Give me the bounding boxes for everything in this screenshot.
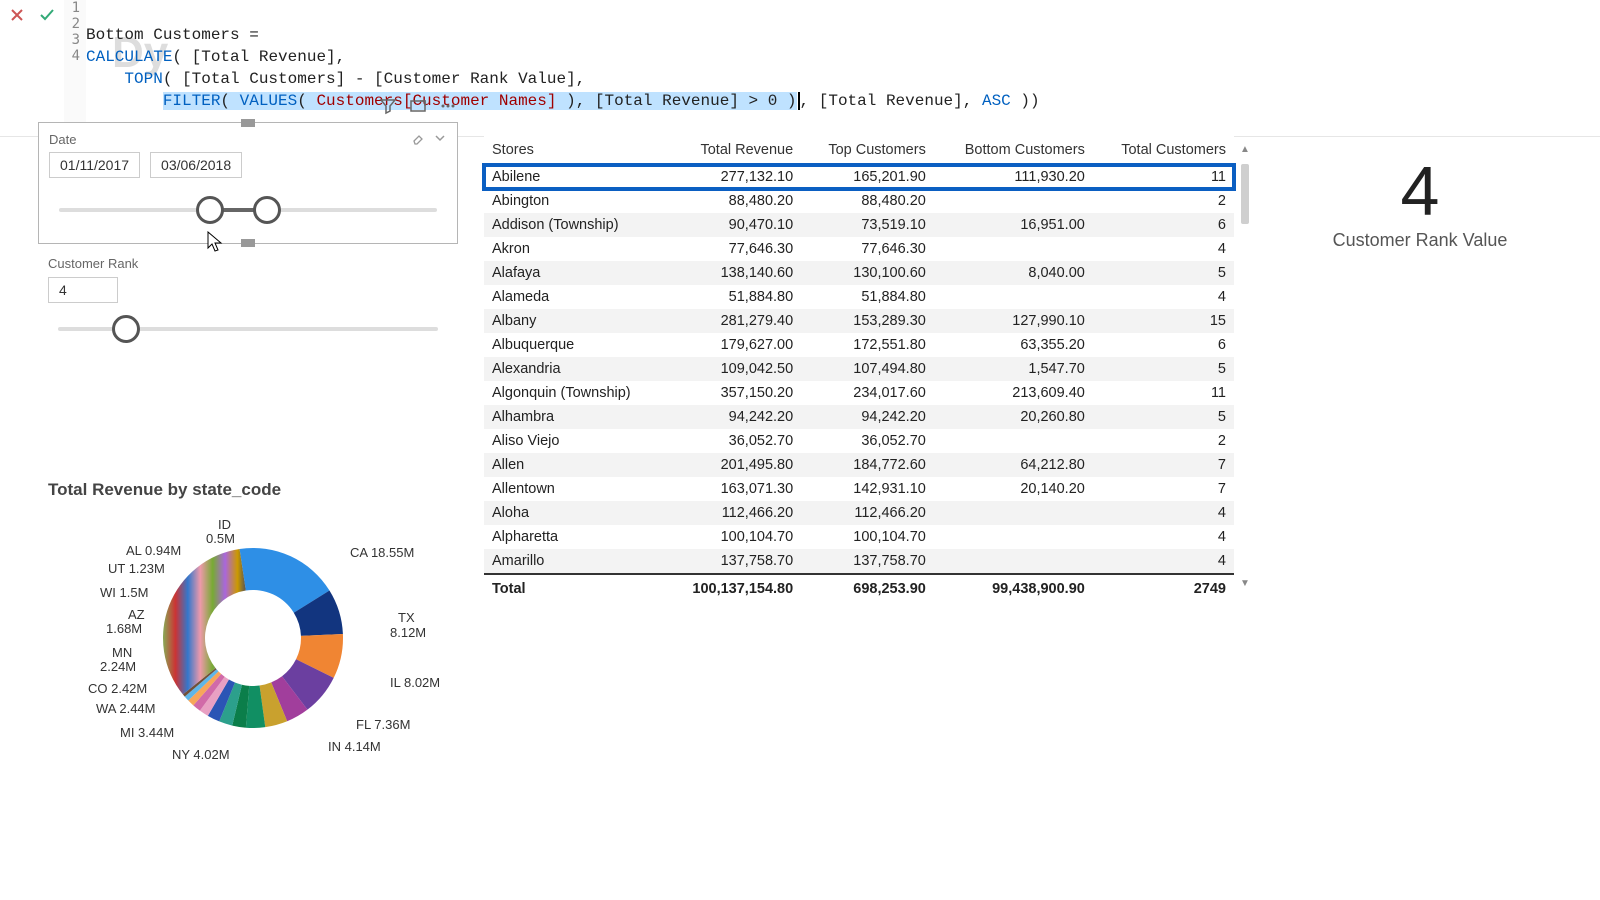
rank-slider[interactable] xyxy=(58,315,438,345)
donut-data-label: MI 3.44M xyxy=(120,726,174,741)
stores-table[interactable]: StoresTotal RevenueTop CustomersBottom C… xyxy=(484,136,1234,603)
column-header[interactable]: Total Revenue xyxy=(665,136,801,165)
formula-cancel-button[interactable] xyxy=(6,4,28,26)
customer-rank-slicer[interactable]: Customer Rank 4 xyxy=(38,254,458,364)
column-header[interactable]: Total Customers xyxy=(1093,136,1234,165)
formula-commit-button[interactable] xyxy=(36,4,58,26)
donut-slice[interactable] xyxy=(163,549,246,694)
donut-chart-title: Total Revenue by state_code xyxy=(38,476,468,508)
table-row[interactable]: Allentown163,071.30142,931.1020,140.207 xyxy=(484,477,1234,501)
column-header[interactable]: Stores xyxy=(484,136,665,165)
table-row[interactable]: Akron77,646.3077,646.304 xyxy=(484,237,1234,261)
donut-data-label: NY 4.02M xyxy=(172,748,230,763)
donut-data-label: UT 1.23M xyxy=(108,562,165,577)
donut-data-label: 1.68M xyxy=(106,622,142,637)
date-range-slider[interactable] xyxy=(59,196,437,226)
table-row[interactable]: Abilene277,132.10165,201.90111,930.2011 xyxy=(484,165,1234,190)
table-row[interactable]: Albuquerque179,627.00172,551.8063,355.20… xyxy=(484,333,1234,357)
donut-data-label: CA 18.55M xyxy=(350,546,414,561)
table-row[interactable]: Abington88,480.2088,480.202 xyxy=(484,189,1234,213)
donut-data-label: AL 0.94M xyxy=(126,544,181,559)
table-row[interactable]: Aliso Viejo36,052.7036,052.702 xyxy=(484,429,1234,453)
eraser-icon[interactable] xyxy=(411,131,425,148)
donut-data-label: WI 1.5M xyxy=(100,586,148,601)
table-row[interactable]: Algonquin (Township)357,150.20234,017.60… xyxy=(484,381,1234,405)
donut-data-label: IL 8.02M xyxy=(390,676,440,691)
report-canvas[interactable]: Date 01/11/2017 03/06/2018 Customer Rank… xyxy=(0,96,1600,900)
table-row[interactable]: Albany281,279.40153,289.30127,990.1015 xyxy=(484,309,1234,333)
card-value: 4 xyxy=(1260,156,1580,226)
rank-value-input[interactable]: 4 xyxy=(48,277,118,303)
table-row[interactable]: Alafaya138,140.60130,100.608,040.005 xyxy=(484,261,1234,285)
donut-data-label: 0.5M xyxy=(206,532,235,547)
customer-rank-card[interactable]: 4 Customer Rank Value xyxy=(1260,156,1580,296)
table-row[interactable]: Amarillo137,758.70137,758.704 xyxy=(484,549,1234,574)
table-row[interactable]: Alpharetta100,104.70100,104.704 xyxy=(484,525,1234,549)
table-row[interactable]: Addison (Township)90,470.1073,519.1016,9… xyxy=(484,213,1234,237)
date-slicer[interactable]: Date 01/11/2017 03/06/2018 xyxy=(38,122,458,244)
donut-data-label: TX xyxy=(398,611,415,626)
slider-thumb-start[interactable] xyxy=(196,196,224,224)
donut-data-label: 2.24M xyxy=(100,660,136,675)
donut-data-label: WA 2.44M xyxy=(96,702,155,717)
vertical-scrollbar[interactable]: ▲ ▼ xyxy=(1238,142,1252,590)
column-header[interactable]: Bottom Customers xyxy=(934,136,1093,165)
filter-icon[interactable] xyxy=(379,97,397,118)
column-header[interactable]: Top Customers xyxy=(801,136,934,165)
scrollbar-thumb[interactable] xyxy=(1241,164,1249,224)
chevron-down-icon[interactable] xyxy=(433,131,447,148)
total-cell: 100,137,154.80 xyxy=(665,574,801,603)
total-cell: 698,253.90 xyxy=(801,574,934,603)
scroll-down-button[interactable]: ▼ xyxy=(1238,576,1252,590)
donut-data-label: 8.12M xyxy=(390,626,426,641)
slider-thumb-rank[interactable] xyxy=(112,315,140,343)
donut-data-label: IN 4.14M xyxy=(328,740,381,755)
slider-thumb-end[interactable] xyxy=(253,196,281,224)
total-cell: 99,438,900.90 xyxy=(934,574,1093,603)
focus-mode-icon[interactable] xyxy=(409,97,427,118)
table-row[interactable]: Alameda51,884.8051,884.804 xyxy=(484,285,1234,309)
mouse-cursor-icon xyxy=(207,231,223,253)
table-row[interactable]: Alhambra94,242.2094,242.2020,260.805 xyxy=(484,405,1234,429)
total-cell: Total xyxy=(484,574,665,603)
scroll-up-button[interactable]: ▲ xyxy=(1238,142,1252,156)
donut-svg xyxy=(158,518,348,758)
date-slicer-title: Date xyxy=(49,132,76,147)
table-row[interactable]: Aloha112,466.20112,466.204 xyxy=(484,501,1234,525)
date-end-input[interactable]: 03/06/2018 xyxy=(150,152,242,178)
table-row[interactable]: Allen201,495.80184,772.6064,212.807 xyxy=(484,453,1234,477)
donut-chart-visual[interactable]: Total Revenue by state_code CA 18.55M TX8… xyxy=(38,476,468,786)
stores-table-visual[interactable]: StoresTotal RevenueTop CustomersBottom C… xyxy=(484,136,1234,596)
rank-slicer-title: Customer Rank xyxy=(38,254,458,275)
total-cell: 2749 xyxy=(1093,574,1234,603)
card-label: Customer Rank Value xyxy=(1260,230,1580,251)
date-start-input[interactable]: 01/11/2017 xyxy=(49,152,140,178)
donut-data-label: CO 2.42M xyxy=(88,682,147,697)
table-row[interactable]: Alexandria109,042.50107,494.801,547.705 xyxy=(484,357,1234,381)
donut-data-label: FL 7.36M xyxy=(356,718,410,733)
more-options-icon[interactable] xyxy=(439,97,457,118)
